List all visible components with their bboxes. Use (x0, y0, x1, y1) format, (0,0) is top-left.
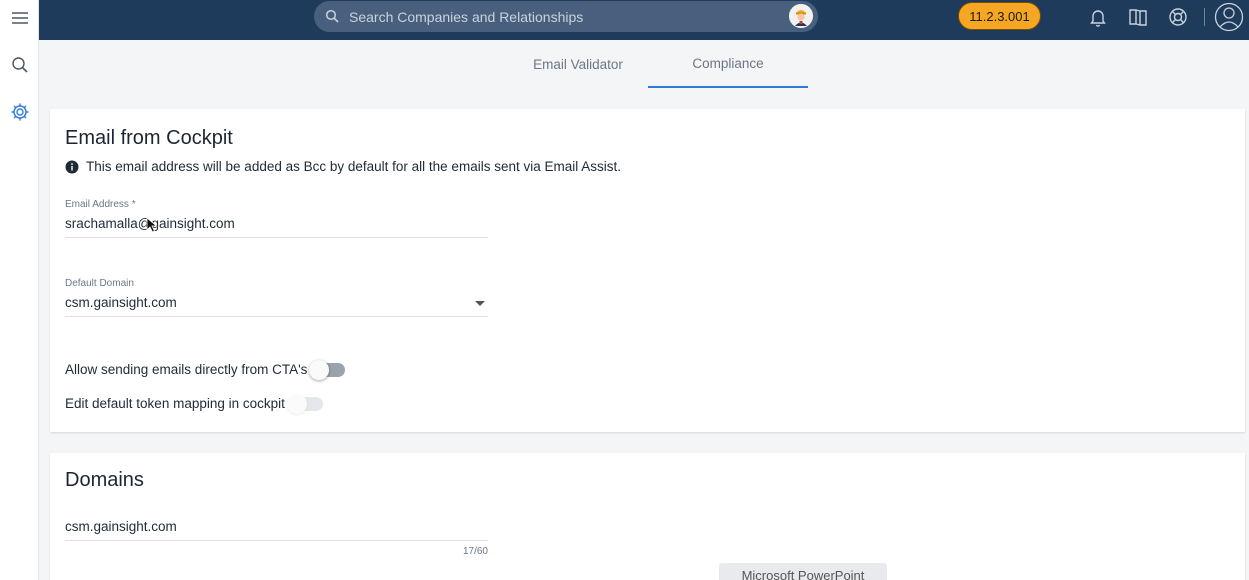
domain-input[interactable]: csm.gainsight.com (65, 519, 488, 541)
info-icon (65, 160, 79, 173)
tab-compliance[interactable]: Compliance (648, 40, 808, 88)
search-icon (325, 9, 339, 28)
help-icon[interactable] (1165, 5, 1191, 29)
hamburger-menu-icon[interactable] (0, 0, 39, 36)
user-profile-icon[interactable] (1214, 2, 1244, 32)
gear-icon[interactable] (0, 94, 39, 130)
global-search[interactable] (314, 1, 818, 32)
search-input[interactable] (349, 1, 749, 32)
domain-field[interactable]: csm.gainsight.com (65, 519, 488, 541)
section-title: Email from Cockpit (65, 127, 233, 149)
bell-icon[interactable] (1085, 5, 1111, 29)
allow-cta-emails-row: Allow sending emails directly from CTA's (65, 359, 346, 380)
default-domain-select[interactable]: csm.gainsight.com (65, 295, 488, 317)
tab-email-validator[interactable]: Email Validator (488, 40, 668, 88)
top-navigation-bar: 11.2.3.001 (39, 0, 1249, 40)
mouse-cursor-icon (146, 217, 158, 233)
search-icon[interactable] (0, 47, 39, 83)
left-sidebar (0, 0, 39, 580)
edit-token-mapping-label: Edit default token mapping in cockpit (65, 396, 285, 411)
default-domain-label: Default Domain (65, 278, 134, 289)
default-domain-value: csm.gainsight.com (65, 295, 177, 310)
taskbar-tooltip: Microsoft PowerPoint (719, 563, 887, 580)
email-from-cockpit-card: Email from Cockpit This email address wi… (50, 109, 1245, 432)
info-text: This email address will be added as Bcc … (86, 159, 621, 174)
character-counter: 17/60 (462, 546, 488, 557)
email-address-field[interactable]: Email Address * srachamalla@gainsight.co… (65, 199, 488, 238)
edit-token-mapping-row: Edit default token mapping in cockpit (65, 393, 323, 414)
assistant-avatar-icon[interactable] (789, 4, 813, 28)
version-badge[interactable]: 11.2.3.001 (958, 2, 1041, 30)
settings-tabs: Email Validator Compliance (39, 40, 1249, 88)
book-icon[interactable] (1125, 5, 1151, 29)
default-domain-field[interactable]: Default Domain csm.gainsight.com (65, 278, 488, 317)
info-message: This email address will be added as Bcc … (65, 159, 621, 174)
allow-cta-emails-label: Allow sending emails directly from CTA's (65, 362, 308, 377)
domains-card: Domains csm.gainsight.com 17/60 Microsof… (50, 453, 1245, 580)
email-address-input[interactable]: srachamalla@gainsight.com (65, 216, 488, 238)
edit-token-mapping-toggle[interactable] (286, 393, 323, 414)
topbar-divider (1204, 8, 1205, 26)
section-title: Domains (65, 469, 144, 491)
chevron-down-icon[interactable] (475, 301, 485, 306)
allow-cta-emails-toggle[interactable] (309, 359, 346, 380)
email-address-label: Email Address * (65, 199, 136, 210)
